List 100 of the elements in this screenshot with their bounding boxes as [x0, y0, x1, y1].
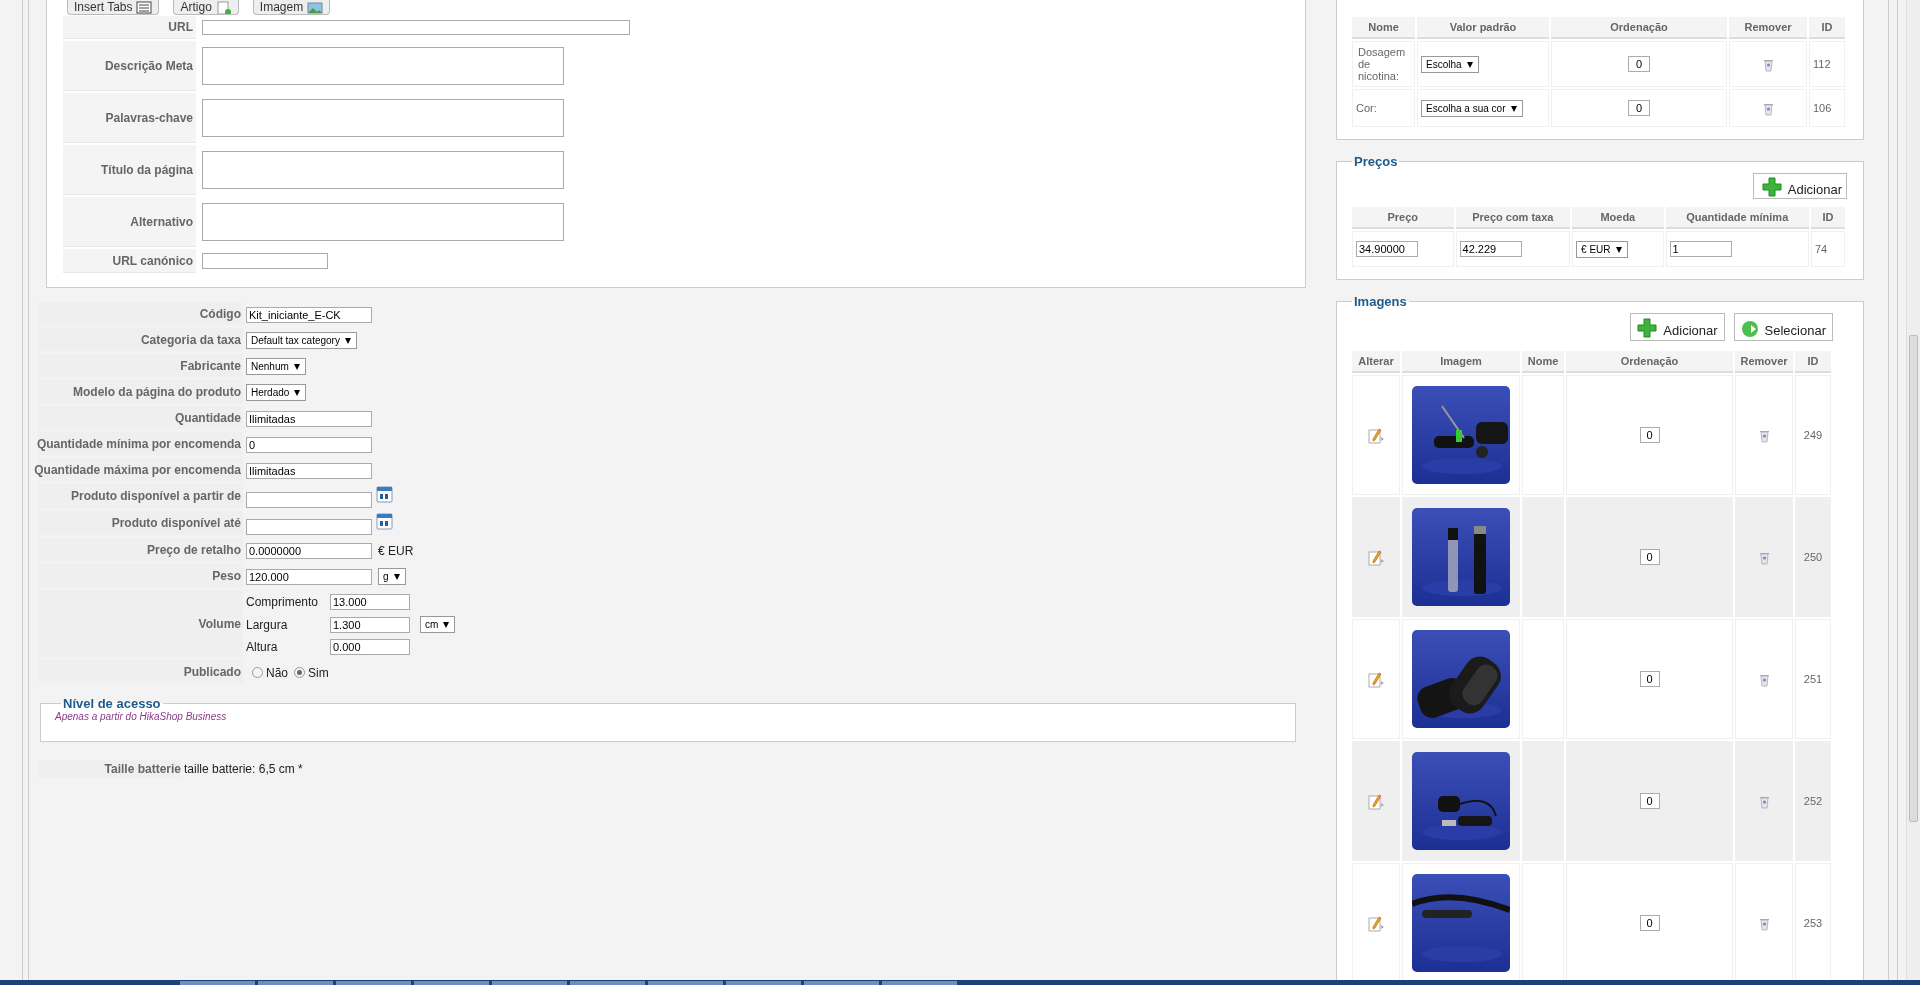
field-label: Produto disponível até: [38, 511, 243, 538]
column-header: Ordenação: [1566, 351, 1733, 373]
radio-label: Sim: [308, 665, 329, 680]
add-button[interactable]: Adicionar: [1630, 313, 1725, 341]
text-field[interactable]: 0: [246, 436, 372, 453]
table-cell: 74: [1810, 231, 1845, 267]
edit-icon[interactable]: [1367, 914, 1385, 932]
field-label: URL canónico: [63, 249, 196, 273]
column-header: ID: [1809, 17, 1845, 39]
panel-title: Imagens: [1353, 294, 1408, 309]
editor-button[interactable]: Artigo: [173, 0, 239, 15]
order-field[interactable]: 0: [1639, 793, 1660, 809]
text-field[interactable]: 1.300: [330, 616, 410, 633]
date-field[interactable]: [246, 519, 372, 535]
editor-button[interactable]: Imagem: [252, 0, 331, 15]
text-field[interactable]: 1: [1669, 241, 1732, 257]
add-button[interactable]: Adicionar: [1752, 173, 1847, 199]
field-label: Peso: [38, 564, 243, 590]
column-header: Nome: [1352, 17, 1415, 39]
field-label: Descrição Meta: [63, 41, 196, 91]
dropdown[interactable]: Default tax category: [246, 332, 357, 349]
edit-icon[interactable]: [1367, 426, 1385, 444]
text-field[interactable]: 0.0000000: [246, 542, 372, 559]
table-cell: 252: [1795, 741, 1831, 861]
column-header: Nome: [1522, 351, 1564, 373]
dimension-label: Largura: [246, 617, 289, 632]
plus-icon: [1761, 177, 1782, 197]
column-header: Preço com taxa: [1455, 207, 1571, 229]
text-field[interactable]: Ilimitadas: [246, 410, 372, 427]
date-field[interactable]: [246, 492, 372, 508]
field-label: URL: [63, 16, 196, 39]
field-label: Quantidade: [38, 406, 243, 432]
field-label: Quantidade mínima por encomenda: [38, 432, 243, 458]
field-label: Alternativo: [63, 197, 196, 247]
panel-title: Preços: [1353, 154, 1399, 169]
editor-button[interactable]: Insert Tabs: [67, 0, 160, 15]
field-label: Preço de retalho: [38, 538, 243, 564]
field-label: Produto disponível a partir de: [38, 484, 243, 511]
field-label: Título da página: [63, 145, 196, 195]
dropdown[interactable]: Escolha a sua cor: [1421, 99, 1523, 117]
column-header: ID: [1810, 207, 1845, 229]
scrollbar[interactable]: [1906, 0, 1920, 980]
order-field[interactable]: 0: [1628, 100, 1650, 116]
field-label: Palavras-chave: [63, 93, 196, 143]
calendar-icon[interactable]: [376, 486, 393, 503]
text-area[interactable]: [202, 47, 564, 85]
unit-dropdown[interactable]: g: [378, 568, 406, 585]
dropdown[interactable]: Escolha: [1421, 55, 1479, 73]
edit-icon[interactable]: [1367, 792, 1385, 810]
text-area[interactable]: [202, 151, 564, 189]
table-cell: Dosagem de nicotina:: [1352, 41, 1415, 87]
image-icon: [307, 0, 324, 14]
table-cell: 250: [1795, 497, 1831, 617]
currency-dropdown[interactable]: € EUR: [1576, 240, 1628, 258]
table-cell: 106: [1809, 89, 1845, 127]
dropdown[interactable]: Nenhum: [246, 358, 306, 375]
column-header: Ordenação: [1551, 17, 1727, 39]
dropdown[interactable]: Herdado: [246, 384, 307, 401]
radio-label: Não: [266, 665, 288, 680]
text-field[interactable]: 0.000: [330, 639, 410, 655]
plus-icon: [1637, 318, 1658, 338]
field-label: Publicado: [38, 660, 243, 686]
text-area[interactable]: [202, 203, 564, 241]
order-field[interactable]: 0: [1639, 549, 1660, 565]
text-field[interactable]: [202, 253, 328, 269]
info-note: Apenas a partir do HikaShop Business: [55, 711, 228, 722]
text-field[interactable]: Kit_iniciante_E-CK: [246, 306, 372, 323]
table-cell: 251: [1795, 619, 1831, 739]
table-cell: Cor:: [1352, 89, 1415, 127]
edit-icon[interactable]: [1367, 548, 1385, 566]
text-field[interactable]: [202, 20, 630, 35]
field-label: Volume: [38, 590, 243, 660]
order-field[interactable]: 0: [1639, 915, 1660, 931]
field-label: Taille batterie: [38, 760, 181, 778]
table-cell: 249: [1795, 375, 1831, 495]
text-area[interactable]: [202, 99, 564, 137]
field-label: Modelo da página do produto: [38, 380, 243, 406]
column-header: Quantidade mínima: [1665, 207, 1809, 229]
unit-dropdown[interactable]: cm: [420, 616, 456, 633]
currency-label: € EUR: [378, 543, 414, 558]
column-header: Preço: [1352, 207, 1454, 229]
taskbar[interactable]: [0, 980, 1920, 985]
text-field[interactable]: 120.000: [246, 568, 372, 585]
column-header: ID: [1795, 351, 1831, 373]
radio-button[interactable]: [294, 667, 305, 678]
text-field[interactable]: 42.229: [1459, 241, 1522, 257]
field-value: taille batterie: 6,5 cm *: [184, 762, 303, 776]
text-field[interactable]: 34.90000: [1356, 241, 1418, 257]
radio-button[interactable]: [252, 667, 263, 678]
text-field[interactable]: 13.000: [330, 594, 410, 610]
order-field[interactable]: 0: [1639, 427, 1660, 443]
dimension-label: Altura: [246, 640, 279, 654]
text-field[interactable]: Ilimitadas: [246, 462, 372, 479]
order-field[interactable]: 0: [1628, 56, 1650, 72]
select-button[interactable]: Selecionar: [1733, 313, 1833, 341]
calendar-icon[interactable]: [376, 513, 393, 530]
edit-icon[interactable]: [1367, 670, 1385, 688]
dimension-label: Comprimento: [246, 595, 320, 609]
order-field[interactable]: 0: [1639, 671, 1660, 687]
column-header: Alterar: [1352, 351, 1400, 373]
